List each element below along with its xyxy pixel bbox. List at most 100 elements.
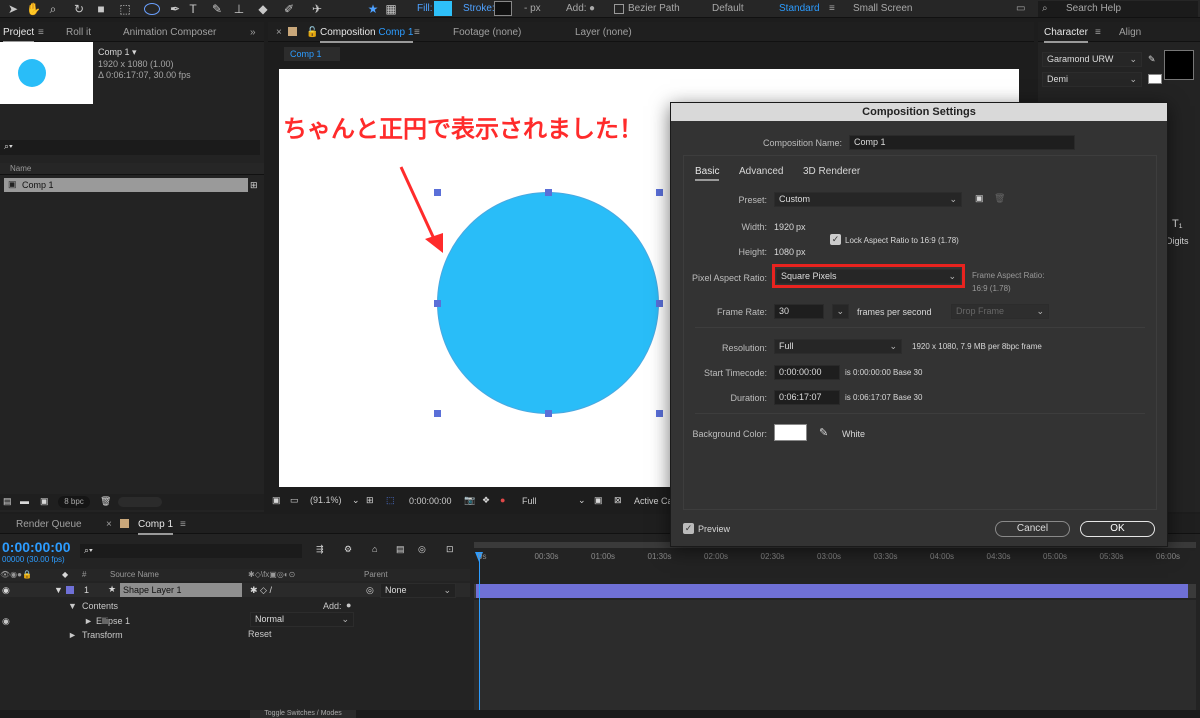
roto-brush-tool-icon[interactable]: ✐ — [282, 2, 296, 16]
comp-name-input[interactable]: Comp 1 — [849, 135, 1075, 150]
eraser-tool-icon[interactable]: ◆ — [256, 2, 270, 16]
project-search[interactable]: ⌕▾ — [0, 140, 260, 155]
draft-3d-icon[interactable]: ⚙ — [344, 544, 352, 555]
bezier-checkbox[interactable] — [614, 4, 624, 14]
collapse-switch-icon[interactable]: ✱ ◇ / — [250, 585, 272, 596]
parent-dropdown[interactable]: None ⌄ — [380, 583, 456, 598]
ellipse-group-label[interactable]: Ellipse 1 — [96, 616, 130, 626]
panel-overflow-icon[interactable]: » — [250, 27, 256, 38]
menu-icon[interactable]: ≡ — [1095, 27, 1101, 38]
transparency-grid-icon[interactable]: ⊠ — [614, 495, 622, 506]
bounding-handle[interactable] — [656, 189, 663, 196]
frame-rate-dropdown[interactable]: ⌄ — [832, 304, 849, 319]
bounding-handle[interactable] — [656, 300, 663, 307]
brush-tool-icon[interactable]: ✎ — [210, 2, 224, 16]
font-family-dropdown[interactable]: Garamond URW ⌄ — [1042, 52, 1142, 67]
resolution-dropdown[interactable]: Full — [522, 496, 537, 506]
chevron-down-icon[interactable]: ⌄ — [578, 495, 586, 506]
channel-icon[interactable]: ❖ — [482, 495, 490, 506]
flowchart-icon[interactable]: ⊞ — [250, 180, 258, 191]
eye-icon[interactable]: ◉ — [2, 616, 10, 627]
close-icon[interactable]: × — [276, 27, 282, 38]
new-comp-icon[interactable]: ▣ — [40, 496, 49, 507]
trash-icon[interactable]: 🗑 — [100, 496, 111, 507]
frame-blending-icon[interactable]: ▤ — [396, 544, 405, 555]
layer-label-color[interactable] — [66, 586, 74, 594]
tab-composition[interactable]: Composition Comp 1 — [320, 27, 414, 43]
tab-character[interactable]: Character — [1044, 27, 1088, 43]
tab-advanced[interactable]: Advanced — [739, 166, 783, 177]
viewer-timecode[interactable]: 0:00:00:00 — [409, 496, 452, 506]
tab-basic[interactable]: Basic — [695, 166, 720, 181]
graph-editor-icon[interactable]: ⊡ — [446, 544, 454, 555]
camera-tool-icon[interactable]: ■ — [94, 2, 108, 16]
workspace-small-screen[interactable]: Small Screen — [853, 3, 912, 14]
toggle-switches-modes[interactable]: Toggle Switches / Modes — [250, 710, 356, 718]
width-value[interactable]: 1920 — [774, 222, 794, 232]
tab-comp1[interactable]: Comp 1 — [138, 519, 174, 535]
workspace-panel-icon[interactable]: ▭ — [1016, 3, 1025, 14]
tab-animation-composer[interactable]: Animation Composer — [123, 27, 216, 38]
add-icon[interactable]: ● — [346, 600, 351, 610]
bounding-handle[interactable] — [545, 189, 552, 196]
camera-icon[interactable]: 📷 — [464, 495, 475, 506]
font-style-dropdown[interactable]: Demi ⌄ — [1042, 72, 1142, 87]
cancel-button[interactable]: Cancel — [995, 521, 1070, 537]
hand-tool-icon[interactable]: ✋ — [26, 2, 41, 16]
comp-breadcrumb[interactable]: Comp 1 — [284, 47, 340, 61]
playhead[interactable] — [479, 552, 480, 718]
thumbnail-slider[interactable] — [118, 497, 162, 507]
tab-roll-it[interactable]: Roll it — [66, 27, 91, 38]
motion-blur-icon[interactable]: ◎ — [418, 544, 426, 555]
delete-preset-icon[interactable]: 🗑 — [994, 193, 1005, 204]
tab-layer[interactable]: Layer (none) — [575, 27, 632, 38]
tab-3d-renderer[interactable]: 3D Renderer — [803, 166, 860, 177]
bounding-handle[interactable] — [434, 410, 441, 417]
layer-row[interactable]: ◉ ▼ 1 ★ Shape Layer 1 ✱ ◇ / ◎ None ⌄ — [0, 583, 470, 598]
layer-duration-bar[interactable] — [476, 584, 1188, 598]
tab-project[interactable]: Project — [3, 27, 35, 43]
menu-icon[interactable]: ≡ — [414, 27, 420, 38]
comp-flowchart-icon[interactable]: ⇶ — [316, 544, 324, 555]
time-graph[interactable] — [474, 540, 1196, 718]
lock-aspect-checkbox[interactable]: ✓ — [830, 234, 841, 245]
bounding-handle[interactable] — [656, 410, 663, 417]
timeline-timecode[interactable]: 0:00:00:00 — [2, 539, 71, 555]
preview-checkbox[interactable]: ✓ — [683, 523, 694, 534]
menu-icon[interactable]: ≡ — [38, 27, 44, 38]
bounding-handle[interactable] — [434, 189, 441, 196]
column-source-name[interactable]: Source Name — [110, 570, 159, 579]
column-name[interactable]: Name — [10, 164, 31, 173]
twirl-down-icon[interactable]: ▼ — [68, 601, 77, 611]
column-parent[interactable]: Parent — [364, 570, 388, 579]
pixel-aspect-dropdown[interactable]: Square Pixels ⌄ — [776, 269, 961, 284]
ellipse-shape[interactable] — [437, 192, 659, 414]
bounding-handle[interactable] — [545, 410, 552, 417]
background-color-swatch[interactable] — [774, 424, 807, 441]
pan-behind-tool-icon[interactable]: ⬚ — [118, 2, 132, 16]
preset-dropdown[interactable]: Custom ⌄ — [774, 192, 962, 207]
comp-name[interactable]: Comp 1 ▾ — [98, 47, 137, 58]
region-of-interest-icon[interactable]: ▣ — [594, 495, 603, 506]
drop-frame-dropdown[interactable]: Drop Frame ⌄ — [951, 304, 1049, 319]
stroke-color-swatch[interactable] — [1148, 74, 1162, 84]
bounding-handle[interactable] — [434, 300, 441, 307]
workspace-standard[interactable]: Standard — [779, 3, 820, 14]
twirl-right-icon[interactable]: ► — [84, 616, 93, 626]
height-value[interactable]: 1080 — [774, 247, 794, 257]
ellipse-tool-icon[interactable] — [144, 3, 160, 15]
blend-mode-dropdown[interactable]: Normal ⌄ — [250, 612, 354, 627]
zoom-dropdown[interactable]: (91.1%) — [310, 495, 342, 505]
pen-tool-icon[interactable]: ✒ — [168, 2, 182, 16]
clone-stamp-tool-icon[interactable]: ⊥ — [232, 2, 246, 16]
shy-icon[interactable]: ⌂ — [372, 544, 377, 554]
type-tool-icon[interactable]: T — [186, 2, 200, 16]
rotate-tool-icon[interactable]: ↻ — [72, 2, 86, 16]
duration-input[interactable]: 0:06:17:07 — [774, 390, 840, 405]
grid-icon[interactable]: ▦ — [384, 2, 398, 16]
start-timecode-input[interactable]: 0:00:00:00 — [774, 365, 840, 380]
timeline-search[interactable]: ⌕▾ — [80, 544, 302, 558]
eyedropper-icon[interactable]: ✎ — [1148, 54, 1156, 65]
tab-footage[interactable]: Footage (none) — [453, 27, 521, 38]
selection-tool-icon[interactable]: ➤ — [6, 2, 20, 16]
